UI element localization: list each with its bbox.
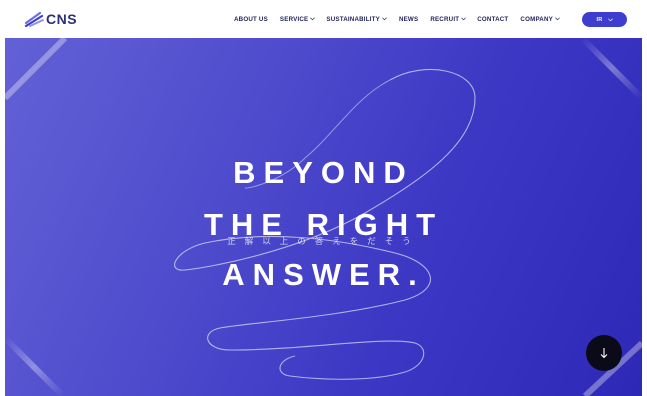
- nav-item-label: ABOUT US: [234, 15, 268, 23]
- nav-item-label: COMPANY: [520, 15, 553, 23]
- nav-item-label: SUSTAINABILITY: [326, 15, 380, 23]
- ir-button-label: IR: [596, 16, 603, 23]
- nav-item-news[interactable]: NEWS: [399, 16, 418, 23]
- nav-item-label: SERVICE: [279, 15, 309, 23]
- nav-item-recruit[interactable]: RECRUIT: [430, 15, 467, 23]
- chevron-down-icon: [607, 18, 613, 21]
- cns-logo-mark-icon: [24, 11, 44, 27]
- nav-item-contact[interactable]: CONTACT: [477, 16, 508, 23]
- nav-item-sustainability[interactable]: SUSTAINABILITY: [326, 16, 387, 23]
- nav-item-company[interactable]: COMPANY: [520, 16, 560, 23]
- chevron-down-icon: [555, 17, 560, 21]
- light-beam-bottom-left: [5, 335, 66, 396]
- chevron-down-icon: [382, 17, 387, 21]
- cns-logo[interactable]: CNS: [24, 11, 77, 27]
- ir-dropdown-button[interactable]: IR: [582, 12, 627, 27]
- site-header: CNS ABOUT US SERVICE SUSTAINABILITY NEWS…: [0, 0, 647, 38]
- arrow-down-icon: [600, 348, 608, 359]
- chevron-down-icon: [461, 17, 467, 21]
- main-nav: ABOUT US SERVICE SUSTAINABILITY NEWS REC…: [234, 13, 560, 25]
- nav-item-service[interactable]: SERVICE: [279, 15, 316, 23]
- hero-headline-line-3: ANSWER.: [222, 257, 425, 292]
- page: CNS ABOUT US SERVICE SUSTAINABILITY NEWS…: [0, 0, 647, 396]
- nav-item-label: RECRUIT: [430, 15, 460, 23]
- chevron-down-icon: [310, 17, 316, 21]
- hero-subtitle-japanese: 正解以上の答えをだそう: [227, 237, 420, 247]
- hero-headline-line-1: BEYOND: [233, 155, 414, 190]
- nav-item-label: CONTACT: [477, 15, 509, 23]
- nav-item-label: NEWS: [398, 15, 419, 23]
- logo-text: CNS: [46, 11, 78, 27]
- nav-item-about-us[interactable]: ABOUT US: [234, 16, 268, 23]
- hero-section: BEYOND THE RIGHT 正解以上の答えをだそう ANSWER.: [5, 38, 642, 396]
- light-beam-top-left: [5, 38, 68, 101]
- light-beam-top-right: [579, 38, 642, 101]
- scroll-down-button[interactable]: [586, 335, 622, 371]
